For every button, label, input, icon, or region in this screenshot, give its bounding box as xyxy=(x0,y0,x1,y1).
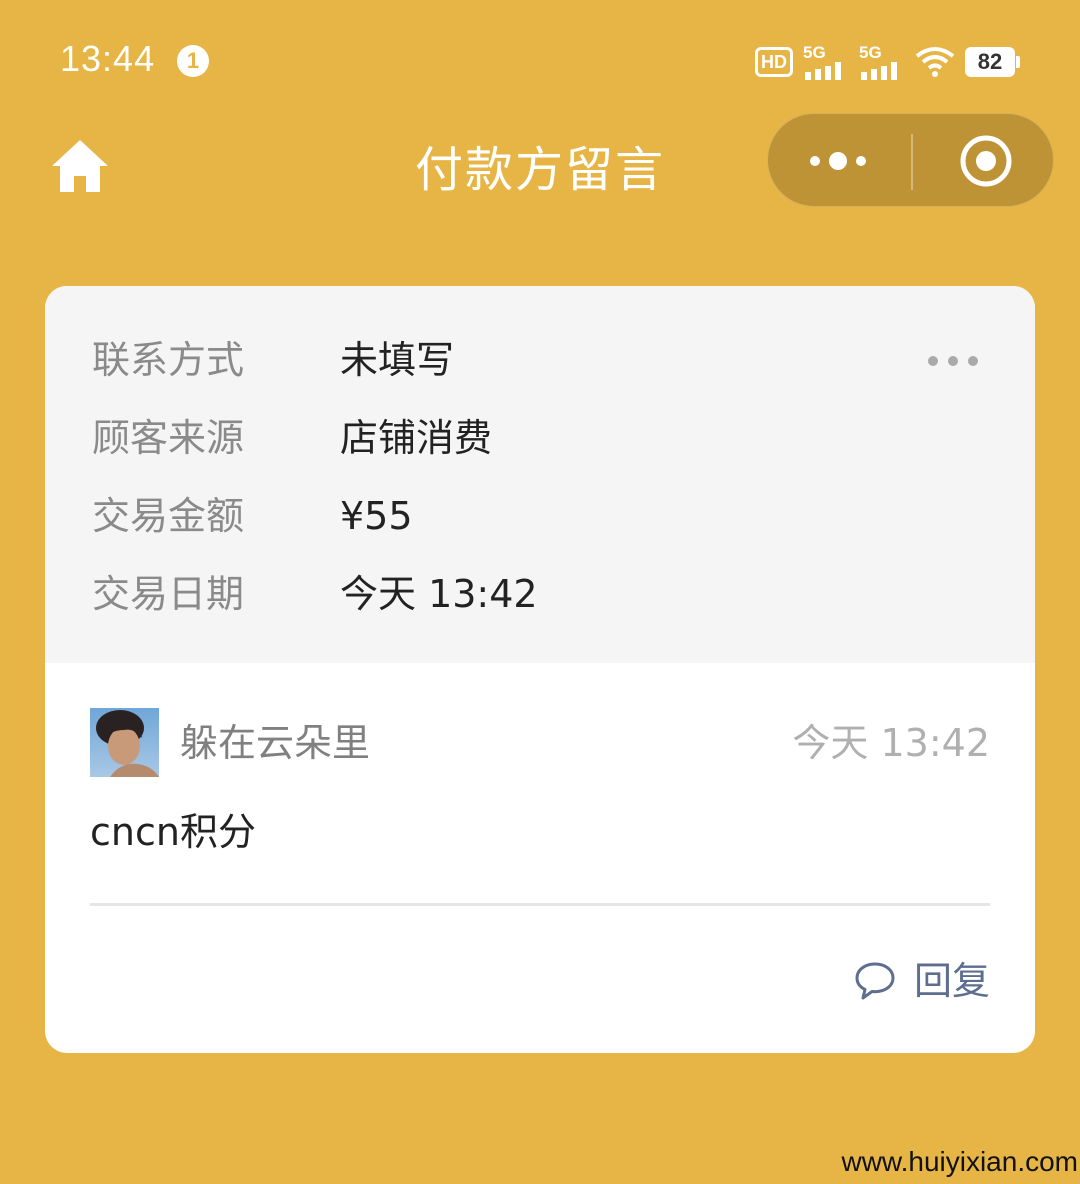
user-avatar-image xyxy=(90,708,159,777)
comment-time: 今天 13:42 xyxy=(792,721,990,765)
info-value: 店铺消费 xyxy=(340,416,493,460)
info-label: 交易金额 xyxy=(92,494,245,538)
avatar xyxy=(90,708,159,777)
target-circle-icon xyxy=(960,135,1012,187)
message-card: 联系方式 未填写 顾客来源 店铺消费 交易金额 ¥55 交易日期 今天 13:4… xyxy=(45,286,1035,1053)
reply-label: 回复 xyxy=(913,959,990,1003)
watermark: www.huiyixian.com xyxy=(841,1146,1078,1177)
status-icons: HD 5G 5G 82 xyxy=(755,42,1020,82)
hd-voice-icon: HD xyxy=(755,47,793,77)
info-value: 今天 13:42 xyxy=(340,572,538,616)
info-label: 交易日期 xyxy=(92,572,245,616)
more-dots-icon xyxy=(810,152,866,170)
reply-button[interactable]: 回复 xyxy=(854,956,990,1006)
comment-item: 躲在云朵里 今天 13:42 cncn积分 回复 xyxy=(45,663,1035,1053)
network-type-label: 5G xyxy=(803,43,826,62)
battery-tip xyxy=(1016,56,1020,68)
comment-author: 躲在云朵里 xyxy=(180,721,371,765)
status-bar: 13:44 1 HD 5G 5G 82 xyxy=(0,0,1080,110)
signal-icon-sim2: 5G xyxy=(859,44,905,80)
comment-text: cncn积分 xyxy=(90,810,256,854)
more-button[interactable] xyxy=(768,114,911,208)
signal-bars-icon xyxy=(861,62,897,80)
notification-badge: 1 xyxy=(177,45,209,77)
close-mini-program-button[interactable] xyxy=(913,114,1055,208)
speech-bubble-icon xyxy=(855,962,895,1000)
ellipsis-icon xyxy=(928,356,978,366)
divider xyxy=(90,903,990,906)
status-time: 13:44 xyxy=(60,38,156,79)
transaction-info-panel: 联系方式 未填写 顾客来源 店铺消费 交易金额 ¥55 交易日期 今天 13:4… xyxy=(45,286,1035,663)
info-value: 未填写 xyxy=(340,338,455,382)
info-label: 联系方式 xyxy=(92,338,245,382)
mini-program-capsule xyxy=(767,113,1054,207)
battery-icon: 82 xyxy=(965,47,1020,77)
info-value: ¥55 xyxy=(340,494,413,538)
card-more-button[interactable] xyxy=(923,346,983,376)
battery-level: 82 xyxy=(965,47,1015,77)
network-type-label: 5G xyxy=(859,43,882,62)
info-label: 顾客来源 xyxy=(92,416,245,460)
navigation-bar: 付款方留言 xyxy=(0,110,1080,220)
signal-bars-icon xyxy=(805,62,841,80)
signal-icon-sim1: 5G xyxy=(803,44,849,80)
wifi-icon xyxy=(915,47,955,77)
